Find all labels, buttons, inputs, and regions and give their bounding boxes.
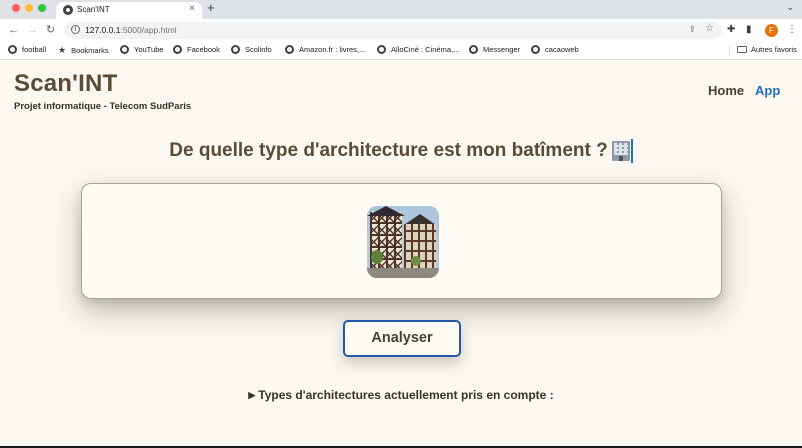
- folder-icon: [737, 46, 747, 53]
- bookmark-youtube[interactable]: YouTube: [120, 45, 163, 54]
- tab-close-icon[interactable]: ×: [189, 3, 195, 14]
- nav-link-app[interactable]: App: [755, 83, 780, 98]
- bookmark-cacaoweb[interactable]: cacaoweb: [531, 45, 579, 54]
- site-logo[interactable]: Scan'INT: [14, 70, 117, 98]
- bookmark-label: Messenger: [483, 45, 521, 54]
- bookmark-scolinfo[interactable]: Scolinfo: [231, 45, 272, 54]
- globe-icon: [377, 45, 386, 54]
- share-icon[interactable]: ⇪: [688, 24, 696, 35]
- back-arrow-icon[interactable]: ←: [8, 23, 19, 37]
- new-tab-button[interactable]: +: [207, 1, 215, 15]
- address-bar[interactable]: i 127.0.0.1:5000/app.html ⇪ ☆: [64, 22, 722, 39]
- side-panel-icon[interactable]: ▮: [746, 23, 752, 37]
- bookmark-star-icon[interactable]: ☆: [705, 23, 714, 34]
- address-url[interactable]: 127.0.0.1:5000/app.html: [85, 25, 177, 35]
- extensions-puzzle-icon[interactable]: ✚: [727, 23, 735, 37]
- photo-timber-house-right: [404, 224, 436, 272]
- reload-icon[interactable]: ↻: [46, 23, 55, 37]
- globe-icon: [469, 45, 478, 54]
- page-title: De quelle type d'architecture est mon ba…: [169, 140, 608, 161]
- photo-roof: [367, 206, 405, 216]
- bookmark-facebook[interactable]: Facebook: [173, 45, 220, 54]
- bookmark-messenger[interactable]: Messenger: [469, 45, 520, 54]
- office-building-icon: [611, 141, 630, 161]
- globe-icon: [231, 45, 240, 54]
- bookmark-label: Autres favoris: [751, 45, 797, 54]
- browser-tab-active[interactable]: Scan'INT ×: [56, 2, 202, 19]
- tab-search-chevron-icon[interactable]: ⌄: [786, 2, 794, 13]
- bookmark-amazon[interactable]: Amazon.fr : livres,...: [285, 45, 365, 54]
- image-upload-dropzone[interactable]: [81, 183, 722, 299]
- photo-tree: [371, 250, 383, 264]
- bookmark-label: cacaoweb: [545, 45, 579, 54]
- url-path: :5000/app.html: [120, 25, 177, 35]
- bookmarks-divider: [729, 46, 730, 56]
- bookmarks-bar: football ★ Bookmarks YouTube Facebook Sco…: [0, 42, 802, 60]
- bookmark-label: YouTube: [134, 45, 164, 54]
- bookmark-other-folder[interactable]: Autres favoris: [737, 45, 797, 54]
- bookmark-football[interactable]: football: [8, 45, 46, 54]
- text-cursor: [630, 139, 633, 163]
- window-zoom-control[interactable]: [38, 4, 46, 12]
- bookmark-label: Amazon.fr : livres,...: [299, 45, 366, 54]
- bookmark-label: Facebook: [187, 45, 220, 54]
- bookmark-label: Bookmarks: [71, 46, 109, 55]
- nav-link-home[interactable]: Home: [708, 83, 744, 98]
- forward-arrow-icon[interactable]: →: [27, 23, 38, 37]
- bookmark-label: Scolinfo: [245, 45, 272, 54]
- globe-icon: [8, 45, 17, 54]
- globe-icon: [120, 45, 129, 54]
- site-info-icon[interactable]: i: [71, 25, 80, 34]
- window-minimize-control[interactable]: [25, 4, 33, 12]
- globe-icon: [173, 45, 182, 54]
- bookmark-allocine[interactable]: AlloCiné : Cinéma,...: [377, 45, 459, 54]
- bookmark-label: AlloCiné : Cinéma,...: [391, 45, 460, 54]
- photo-shrub: [411, 256, 421, 266]
- architecture-types-label: Types d'architectures actuellement pris …: [258, 388, 554, 402]
- disclosure-triangle-icon: ▶: [248, 390, 256, 400]
- architecture-types-toggle[interactable]: ▶ Types d'architectures actuellement pris…: [0, 388, 802, 402]
- globe-icon: [285, 45, 294, 54]
- tab-title: Scan'INT: [77, 5, 110, 14]
- star-icon: ★: [58, 45, 67, 55]
- uploaded-image-preview[interactable]: [367, 206, 439, 278]
- bookmark-label: football: [22, 45, 47, 54]
- bookmark-bookmarks[interactable]: ★ Bookmarks: [58, 45, 109, 56]
- url-host: 127.0.0.1: [85, 25, 121, 35]
- page-heading: De quelle type d'architecture est mon ba…: [0, 139, 802, 163]
- globe-icon: [63, 5, 73, 15]
- browser-toolbar: ← → ↻ i 127.0.0.1:5000/app.html ⇪ ☆ ✚ ▮ …: [0, 19, 802, 42]
- window-close-control[interactable]: [12, 4, 20, 12]
- analyze-button[interactable]: Analyser: [343, 320, 461, 357]
- kebab-menu-icon[interactable]: ⋮: [787, 23, 797, 37]
- profile-avatar[interactable]: F: [765, 24, 778, 37]
- browser-tab-strip: Scan'INT × + ⌄: [0, 0, 802, 19]
- site-tagline: Projet informatique - Telecom SudParis: [14, 101, 192, 112]
- photo-street: [367, 268, 439, 278]
- globe-icon: [531, 45, 540, 54]
